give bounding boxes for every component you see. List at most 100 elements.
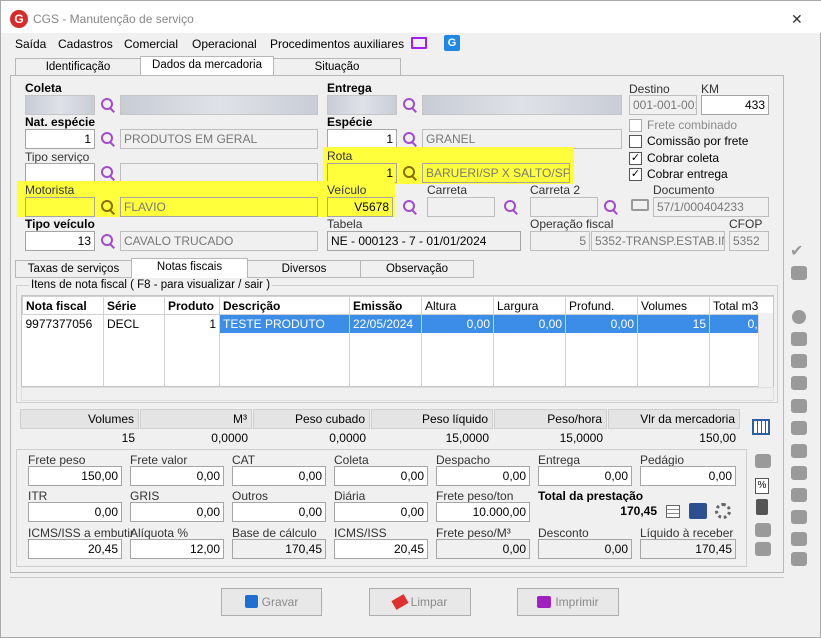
- tipo-veiculo-code-field[interactable]: 13: [25, 231, 95, 251]
- comissao-frete-checkbox[interactable]: [629, 135, 642, 148]
- nat-especie-search-icon[interactable]: [98, 129, 118, 149]
- settings-icon[interactable]: [715, 503, 731, 519]
- frete-peso-field[interactable]: 150,00: [28, 466, 122, 486]
- menu-cadastros[interactable]: Cadastros: [58, 37, 113, 51]
- menu-procedimentos[interactable]: Procedimentos auxiliares: [270, 37, 404, 51]
- cobrar-coleta-checkbox[interactable]: ✓: [629, 152, 642, 165]
- percent-icon[interactable]: %: [755, 478, 769, 494]
- km-field[interactable]: 433: [701, 95, 769, 115]
- gravar-button[interactable]: Gravar: [221, 588, 322, 616]
- cloud-icon[interactable]: [791, 488, 807, 502]
- coleta-code-field[interactable]: [25, 95, 95, 115]
- frete-peso-ton-field[interactable]: 10.000,00: [436, 502, 530, 522]
- tab-notas-fiscais[interactable]: Notas fiscais: [131, 258, 248, 278]
- cobrar-entrega-checkbox[interactable]: ✓: [629, 168, 642, 181]
- col-descricao[interactable]: Descrição: [219, 296, 350, 315]
- carreta-search-icon[interactable]: [501, 197, 521, 217]
- especie-code-field[interactable]: 1: [327, 129, 397, 149]
- comment-icon[interactable]: [755, 523, 771, 537]
- menu-operacional[interactable]: Operacional: [192, 37, 257, 51]
- carreta2-field[interactable]: [530, 197, 598, 217]
- entrega-search-icon[interactable]: [400, 95, 420, 115]
- entrega-code-field[interactable]: [327, 95, 397, 115]
- rota-code-field[interactable]: 1: [327, 163, 397, 183]
- col-largura[interactable]: Largura: [493, 296, 566, 315]
- despacho-field[interactable]: 0,00: [436, 466, 530, 486]
- nf-vertical-scrollbar[interactable]: [758, 313, 773, 387]
- icms-iss-field[interactable]: 20,45: [334, 539, 428, 559]
- bus-icon[interactable]: [791, 552, 807, 566]
- check-icon[interactable]: ✔: [790, 241, 803, 261]
- especie-search-icon[interactable]: [400, 129, 420, 149]
- edit-icon[interactable]: [791, 421, 807, 435]
- menu-comercial[interactable]: Comercial: [124, 37, 178, 51]
- monitor-icon[interactable]: [411, 37, 427, 49]
- pedagio-field[interactable]: 0,00: [640, 466, 736, 486]
- document-icon[interactable]: [755, 542, 771, 556]
- col-profund[interactable]: Profund.: [565, 296, 638, 315]
- tab-identificacao[interactable]: Identificação: [15, 58, 141, 76]
- gear-icon[interactable]: [791, 532, 807, 546]
- calculator-icon[interactable]: [752, 419, 770, 435]
- col-total-m3[interactable]: Total m3: [709, 296, 773, 315]
- circle-icon[interactable]: [792, 310, 806, 324]
- title-bar: G CGS - Manutenção de serviço ✕: [1, 1, 821, 33]
- tipo-veiculo-search-icon[interactable]: [98, 231, 118, 251]
- carreta2-search-icon[interactable]: [601, 197, 621, 217]
- tab-situacao[interactable]: Situação: [273, 58, 401, 76]
- ciot-icon[interactable]: [791, 266, 807, 280]
- col-emissao[interactable]: Emissão: [349, 296, 422, 315]
- col-serie[interactable]: Série: [103, 296, 165, 315]
- imprimir-button[interactable]: Imprimir: [517, 588, 619, 616]
- gris-field[interactable]: 0,00: [130, 502, 224, 522]
- diaria-field[interactable]: 0,00: [334, 502, 428, 522]
- tipo-servico-code-field[interactable]: [25, 163, 95, 183]
- veiculo-field[interactable]: V5678: [327, 197, 393, 217]
- forward-icon[interactable]: [791, 354, 807, 368]
- table-row[interactable]: 9977377056 DECL 1 TESTE PRODUTO 22/05/20…: [22, 314, 773, 333]
- nf-horizontal-scrollbar[interactable]: [21, 387, 774, 401]
- icms-embutir-field[interactable]: 20,45: [28, 539, 122, 559]
- tab-taxas-servicos[interactable]: Taxas de serviços: [15, 260, 132, 278]
- coleta-search-icon[interactable]: [98, 95, 118, 115]
- truck-icon[interactable]: [631, 199, 649, 211]
- col-nota-fiscal[interactable]: Nota fiscal: [22, 296, 104, 315]
- tab-observacao[interactable]: Observação: [360, 260, 474, 278]
- g-app-icon[interactable]: G: [444, 35, 460, 51]
- coleta-valor-label: Coleta: [334, 453, 369, 467]
- menu-saida[interactable]: Saída: [15, 37, 46, 51]
- col-produto[interactable]: Produto: [164, 296, 220, 315]
- close-icon[interactable]: ✕: [791, 11, 803, 28]
- tag-icon[interactable]: [791, 332, 807, 346]
- tipo-servico-search-icon[interactable]: [98, 163, 118, 183]
- tab-dados-mercadoria[interactable]: Dados da mercadoria: [140, 56, 274, 76]
- chat-icon[interactable]: [791, 444, 807, 458]
- frete-valor-field[interactable]: 0,00: [130, 466, 224, 486]
- veiculo-search-icon[interactable]: [400, 197, 420, 217]
- book-small-icon[interactable]: [791, 510, 807, 524]
- copy-icon[interactable]: [791, 376, 807, 390]
- frete-combinado-checkbox[interactable]: [629, 119, 642, 132]
- col-volumes[interactable]: Volumes: [637, 296, 710, 315]
- table-icon[interactable]: [666, 505, 680, 518]
- outros-field[interactable]: 0,00: [232, 502, 326, 522]
- motorista-search-icon[interactable]: [98, 197, 118, 217]
- aliquota-field[interactable]: 12,00: [130, 539, 224, 559]
- handshake-icon[interactable]: [791, 399, 807, 413]
- rota-search-icon[interactable]: [400, 163, 420, 183]
- cat-field[interactable]: 0,00: [232, 466, 326, 486]
- limpar-button[interactable]: Limpar: [369, 588, 471, 616]
- calculator-small-icon[interactable]: [756, 499, 768, 515]
- nat-especie-code-field[interactable]: 1: [25, 129, 95, 149]
- carreta-field[interactable]: [427, 197, 495, 217]
- bug-icon[interactable]: [755, 454, 771, 468]
- entrega-valor-field[interactable]: 0,00: [538, 466, 632, 486]
- tabela-field[interactable]: NE - 000123 - 7 - 01/01/2024: [327, 231, 521, 251]
- tab-diversos[interactable]: Diversos: [247, 260, 361, 278]
- list-icon[interactable]: [791, 466, 807, 480]
- coleta-valor-field[interactable]: 0,00: [334, 466, 428, 486]
- motorista-code-field[interactable]: [25, 197, 95, 217]
- itr-field[interactable]: 0,00: [28, 502, 122, 522]
- book-icon[interactable]: [689, 503, 707, 519]
- col-altura[interactable]: Altura: [421, 296, 494, 315]
